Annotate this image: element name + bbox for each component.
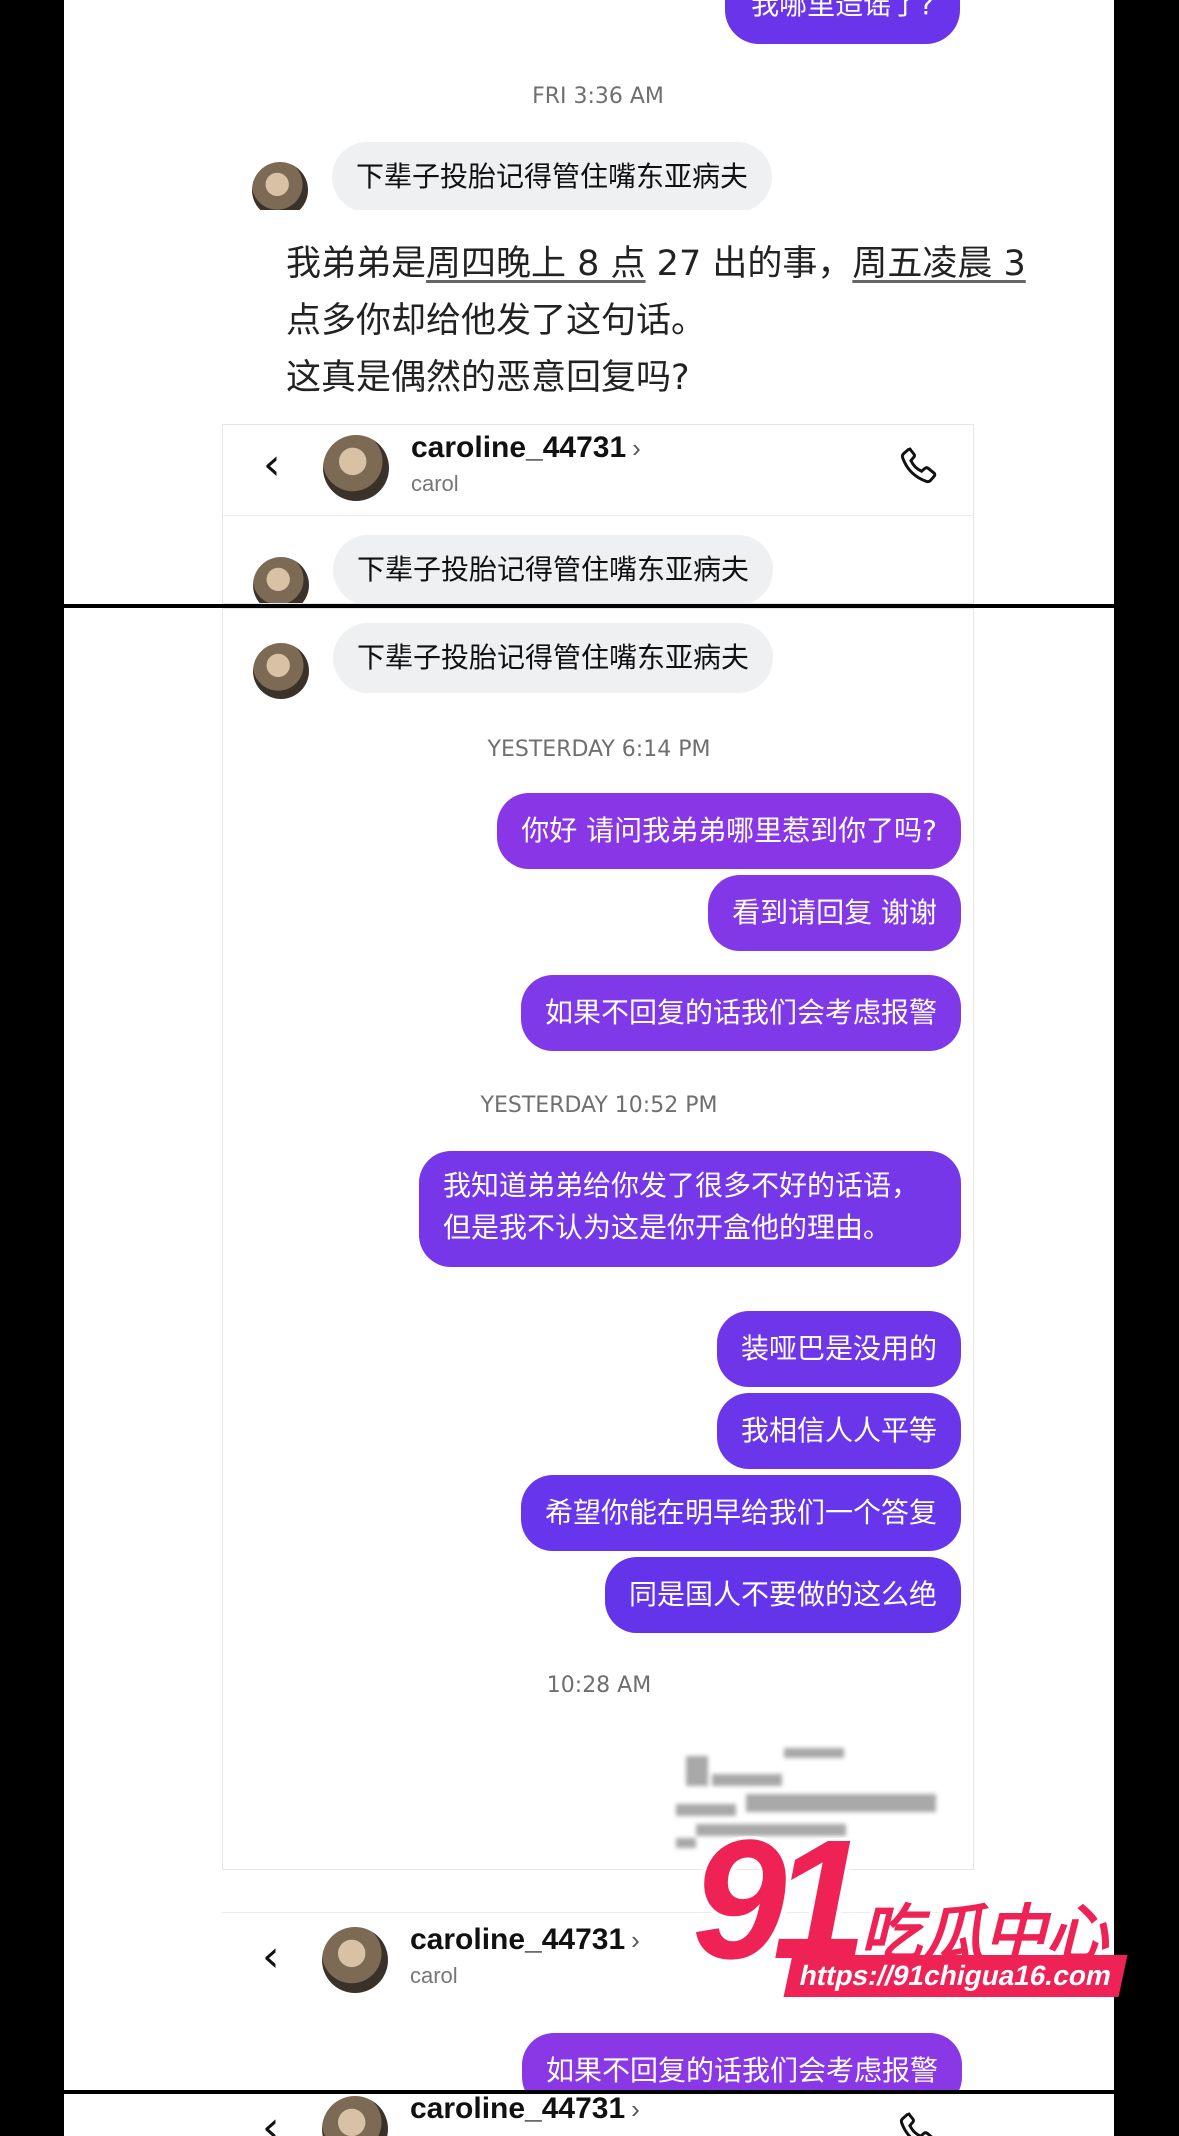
watermark-url: https://91chigua16.com bbox=[783, 1955, 1128, 1997]
incoming-message[interactable]: 下辈子投胎记得管住嘴东亚病夫 bbox=[333, 623, 774, 693]
chat-panel-header: ‹ caroline_44731 › bbox=[222, 2094, 974, 2136]
outgoing-message[interactable]: 同是国人不要做的这么绝 bbox=[604, 1557, 961, 1633]
chevron-left-icon: ‹ bbox=[263, 439, 281, 490]
chevron-left-icon: ‹ bbox=[262, 1931, 280, 1982]
chat-panel-header: ‹ caroline_44731 › carol 下辈子投胎记得管住嘴东亚病夫 bbox=[222, 424, 974, 604]
watermark-logo: 91 吃瓜中心 https://91chigua16.com bbox=[692, 1815, 1128, 2015]
screenshot-strip-bottom: ‹ caroline_44731 › bbox=[64, 2094, 1114, 2136]
username-link[interactable]: caroline_44731 › bbox=[410, 1923, 640, 1957]
outgoing-message[interactable]: 你好 请问我弟弟哪里惹到你了吗? bbox=[497, 793, 961, 869]
chevron-left-icon: ‹ bbox=[262, 2102, 280, 2136]
chat-panel-main: 下辈子投胎记得管住嘴东亚病夫 YESTERDAY 6:14 PM 你好 请问我弟… bbox=[222, 608, 974, 1870]
outgoing-message[interactable]: 我知道弟弟给你发了很多不好的话语，但是我不认为这是你开盒他的理由。 bbox=[419, 1151, 961, 1267]
display-name: carol bbox=[410, 1963, 458, 1988]
phone-icon[interactable] bbox=[896, 2108, 940, 2136]
timestamp: YESTERDAY 6:14 PM bbox=[487, 737, 711, 762]
outgoing-message[interactable]: 看到请回复 谢谢 bbox=[708, 875, 961, 951]
outgoing-message[interactable]: 如果不回复的话我们会考虑报警 bbox=[520, 975, 961, 1051]
back-button[interactable]: ‹ bbox=[263, 439, 281, 490]
avatar[interactable] bbox=[322, 2096, 388, 2136]
chevron-right-icon: › bbox=[631, 2094, 640, 2124]
outgoing-message[interactable]: 如果不回复的话我们会考虑报警 bbox=[521, 2033, 962, 2090]
timestamp: 10:28 AM bbox=[546, 1673, 652, 1698]
username-link[interactable]: caroline_44731 › bbox=[410, 2094, 640, 2126]
caption-text: 我弟弟是周四晚上 8 点 27 出的事，周五凌晨 3 点多你却给他发了这句话。 … bbox=[286, 244, 1026, 398]
avatar[interactable] bbox=[253, 557, 309, 603]
outgoing-message[interactable]: 我相信人人平等 bbox=[716, 1393, 961, 1469]
outgoing-message[interactable]: 装哑巴是没用的 bbox=[716, 1311, 961, 1387]
chat-header: ‹ caroline_44731 › bbox=[222, 2094, 974, 2136]
outgoing-message[interactable]: 我哪里造谣了? bbox=[725, 0, 960, 44]
incoming-message[interactable]: 下辈子投胎记得管住嘴东亚病夫 bbox=[333, 535, 774, 603]
chat-header: ‹ caroline_44731 › carol bbox=[223, 425, 973, 515]
back-button[interactable]: ‹ bbox=[262, 1931, 280, 1982]
username-link[interactable]: caroline_44731 › bbox=[411, 431, 641, 465]
avatar[interactable] bbox=[253, 643, 309, 699]
chevron-right-icon: › bbox=[632, 433, 641, 463]
outgoing-message[interactable]: 希望你能在明早给我们一个答复 bbox=[520, 1475, 961, 1551]
back-button[interactable]: ‹ bbox=[262, 2102, 280, 2136]
chat-panel-top: 我哪里造谣了? FRI 3:36 AM 下辈子投胎记得管住嘴东亚病夫 bbox=[222, 0, 974, 210]
timestamp: YESTERDAY 10:52 PM bbox=[480, 1093, 718, 1118]
phone-icon[interactable] bbox=[897, 443, 941, 487]
display-name: carol bbox=[411, 471, 459, 496]
timestamp: FRI 3:36 AM bbox=[532, 84, 664, 109]
avatar[interactable] bbox=[322, 1927, 388, 1993]
avatar[interactable] bbox=[323, 435, 389, 501]
incoming-message[interactable]: 下辈子投胎记得管住嘴东亚病夫 bbox=[332, 142, 773, 210]
chevron-right-icon: › bbox=[631, 1925, 640, 1955]
screenshot-strip-top: 我哪里造谣了? FRI 3:36 AM 下辈子投胎记得管住嘴东亚病夫 我弟弟是周… bbox=[64, 0, 1114, 604]
avatar[interactable] bbox=[252, 162, 308, 210]
